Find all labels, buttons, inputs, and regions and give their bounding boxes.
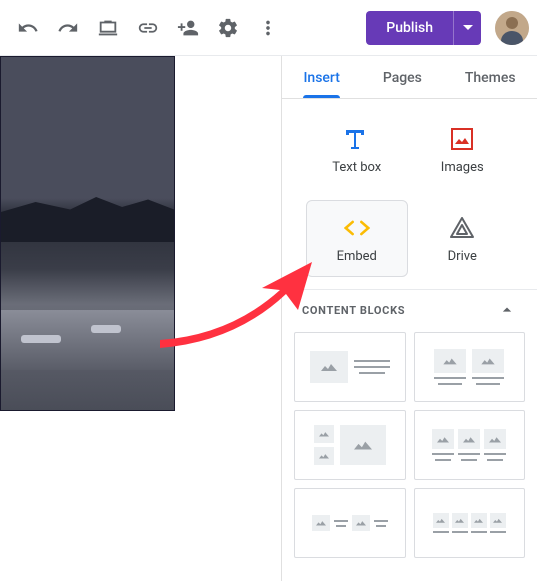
editor-canvas[interactable] xyxy=(0,56,282,581)
redo-button[interactable] xyxy=(48,8,88,48)
preview-button[interactable] xyxy=(88,8,128,48)
block-layout-4[interactable] xyxy=(414,410,526,480)
block-layout-5[interactable] xyxy=(294,488,406,558)
section-label: CONTENT BLOCKS xyxy=(302,304,405,317)
insert-label: Text box xyxy=(332,160,381,175)
undo-button[interactable] xyxy=(8,8,48,48)
chevron-up-icon xyxy=(497,300,517,320)
embed-icon xyxy=(344,215,370,241)
more-button[interactable] xyxy=(248,8,288,48)
settings-button[interactable] xyxy=(208,8,248,48)
insert-drive[interactable]: Drive xyxy=(412,200,514,277)
content-blocks-grid xyxy=(282,326,537,564)
block-layout-1[interactable] xyxy=(294,332,406,402)
textbox-icon xyxy=(344,126,370,152)
images-icon xyxy=(449,126,475,152)
insert-label: Embed xyxy=(337,249,377,264)
publish-dropdown[interactable] xyxy=(453,11,481,45)
block-layout-6[interactable] xyxy=(414,488,526,558)
insert-images[interactable]: Images xyxy=(412,111,514,188)
tab-pages[interactable]: Pages xyxy=(383,70,422,98)
account-avatar[interactable] xyxy=(495,11,529,45)
publish-button[interactable]: Publish xyxy=(366,11,453,45)
link-button[interactable] xyxy=(128,8,168,48)
share-button[interactable] xyxy=(168,8,208,48)
content-blocks-header[interactable]: CONTENT BLOCKS xyxy=(282,289,537,326)
drive-icon xyxy=(449,215,475,241)
block-layout-2[interactable] xyxy=(414,332,526,402)
tab-themes[interactable]: Themes xyxy=(465,70,516,98)
insert-label: Drive xyxy=(448,249,477,264)
block-layout-3[interactable] xyxy=(294,410,406,480)
insert-label: Images xyxy=(441,160,484,175)
sidebar-tabs: Insert Pages Themes xyxy=(282,56,537,99)
insert-textbox[interactable]: Text box xyxy=(306,111,408,188)
page-header-image[interactable] xyxy=(0,56,175,411)
right-sidebar: Insert Pages Themes Text box Images Embe… xyxy=(282,56,537,581)
tab-insert[interactable]: Insert xyxy=(303,70,339,98)
top-toolbar: Publish xyxy=(0,0,537,56)
insert-embed[interactable]: Embed xyxy=(306,200,408,277)
